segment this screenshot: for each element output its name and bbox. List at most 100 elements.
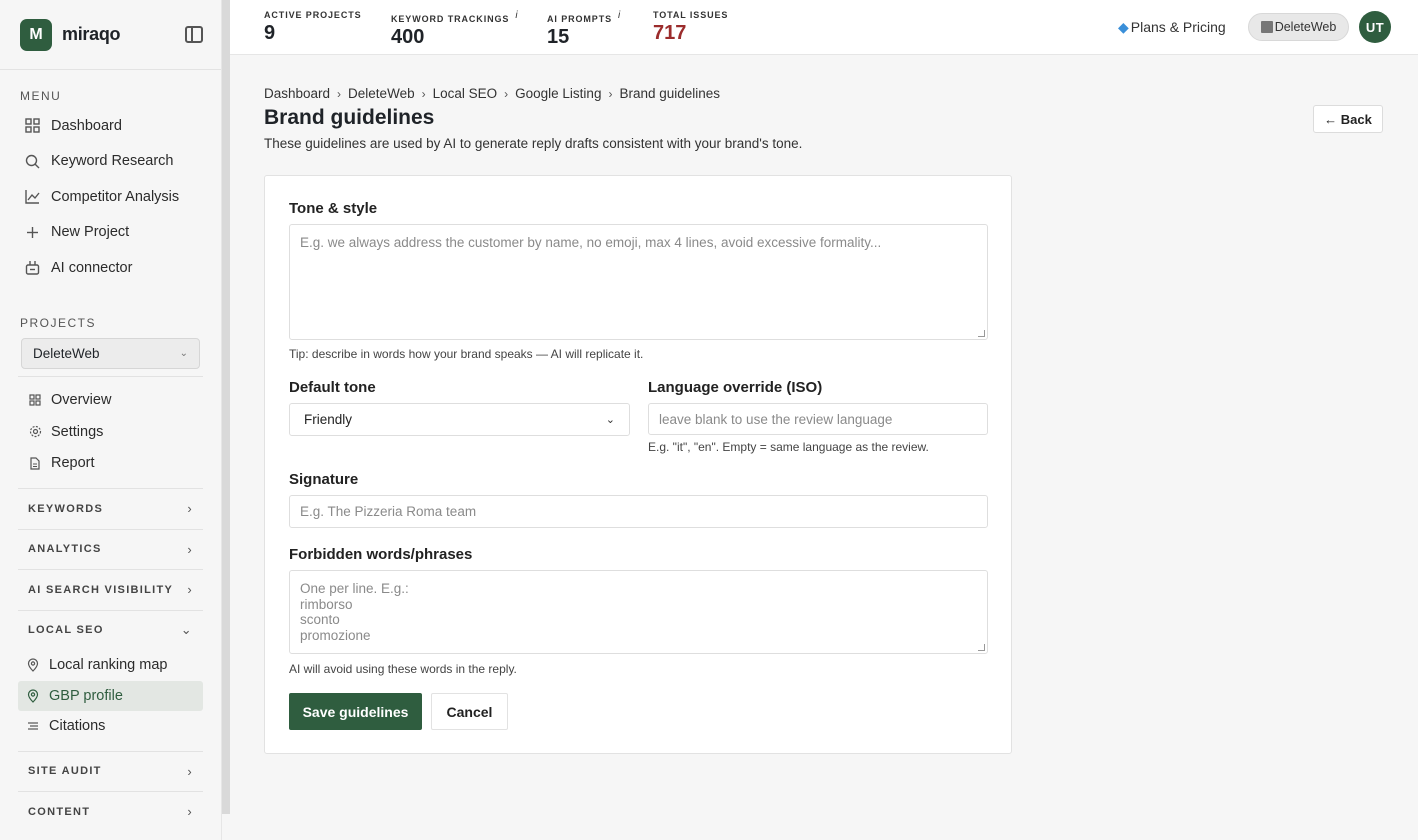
forbidden-words-hint: AI will avoid using these words in the r… (289, 662, 517, 676)
stat-value: 9 (264, 22, 276, 44)
plug-icon (24, 260, 40, 276)
default-tone-select[interactable]: Friendly ⌄ (289, 403, 630, 436)
back-button[interactable]: ← Back (1313, 105, 1383, 133)
group-label: CONTENT (28, 805, 91, 818)
tone-style-hint: Tip: describe in words how your brand sp… (289, 347, 644, 361)
sidebar-item-label: New Project (51, 224, 130, 241)
info-icon[interactable]: i (515, 10, 518, 21)
workspace-label: DeleteWeb (1274, 20, 1337, 34)
tone-style-placeholder: E.g. we always address the customer by n… (300, 235, 882, 250)
chevron-right-icon: › (187, 763, 193, 779)
signature-label: Signature (289, 471, 359, 488)
chevron-right-icon: › (187, 541, 193, 557)
page-title: Brand guidelines (264, 106, 435, 129)
resize-handle-icon[interactable] (978, 644, 985, 651)
breadcrumb: Dashboard › DeleteWeb › Local SEO › Goog… (264, 86, 720, 101)
chevron-right-icon: › (504, 86, 509, 101)
pin-icon (26, 689, 40, 703)
group-content[interactable]: CONTENT › (18, 791, 203, 832)
signature-input[interactable]: E.g. The Pizzeria Roma team (289, 495, 988, 528)
sidebar-item-overview[interactable]: Overview (0, 385, 221, 417)
project-select-value: DeleteWeb (33, 345, 100, 361)
group-label: LOCAL SEO (28, 624, 104, 637)
sidebar-item-label: Settings (51, 423, 104, 440)
sidebar-item-label: AI connector (51, 259, 133, 276)
chevron-right-icon: › (421, 86, 426, 101)
sidebar-item-label: GBP profile (49, 687, 123, 704)
forbidden-words-placeholder: One per line. E.g.: rimborso sconto prom… (300, 581, 409, 643)
info-icon[interactable]: i (618, 10, 621, 21)
language-override-input[interactable]: leave blank to use the review language (648, 403, 988, 435)
group-label: AI SEARCH VISIBILITY (28, 583, 174, 596)
sidebar-item-competitor-analysis[interactable]: Competitor Analysis (0, 179, 221, 215)
cancel-button[interactable]: Cancel (431, 693, 508, 730)
logo-mark[interactable]: M (20, 18, 52, 51)
save-guidelines-button[interactable]: Save guidelines (289, 693, 422, 730)
stat-ai-prompts: AI PROMPTS i 15 (547, 10, 621, 49)
logo-row: M miraqo (0, 0, 221, 70)
guidelines-card: Tone & style E.g. we always address the … (264, 175, 1012, 754)
plans-pricing-link[interactable]: ◆ Plans & Pricing (1118, 19, 1226, 36)
sidebar-item-label: Keyword Research (51, 153, 174, 170)
plus-icon (24, 224, 40, 240)
group-label: KEYWORDS (28, 502, 104, 515)
project-select[interactable]: DeleteWeb ⌄ (21, 337, 200, 369)
language-override-placeholder: leave blank to use the review language (659, 412, 893, 427)
chevron-down-icon: ⌄ (179, 347, 188, 359)
group-label: SITE AUDIT (28, 765, 102, 778)
pin-icon (26, 658, 40, 673)
plans-label: Plans & Pricing (1130, 19, 1226, 35)
breadcrumb-item[interactable]: Dashboard (264, 86, 330, 101)
document-icon (28, 457, 42, 470)
sidebar-item-citations[interactable]: Citations (18, 711, 203, 742)
sidebar-item-label: Citations (49, 718, 106, 735)
resize-handle-icon[interactable] (978, 330, 985, 337)
forbidden-words-textarea[interactable]: One per line. E.g.: rimborso sconto prom… (289, 570, 988, 654)
gear-icon (28, 425, 42, 438)
sidebar-item-settings[interactable]: Settings (0, 416, 221, 448)
stat-active-projects: ACTIVE PROJECTS 9 (264, 10, 362, 45)
breadcrumb-item[interactable]: Local SEO (433, 86, 498, 101)
stat-label: KEYWORD TRACKINGS (391, 14, 510, 24)
sidebar-item-new-project[interactable]: New Project (0, 215, 221, 251)
forbidden-words-label: Forbidden words/phrases (289, 546, 473, 563)
group-analytics[interactable]: ANALYTICS › (18, 528, 203, 570)
menu-label: MENU (20, 89, 62, 103)
breadcrumb-item[interactable]: DeleteWeb (348, 86, 415, 101)
group-keywords[interactable]: KEYWORDS › (18, 488, 203, 529)
stat-value: 15 (547, 26, 570, 48)
chevron-right-icon: › (187, 501, 193, 517)
sidebar-item-report[interactable]: Report (0, 448, 221, 480)
group-ai-search-visibility[interactable]: AI SEARCH VISIBILITY › (18, 569, 203, 610)
breadcrumb-item[interactable]: Google Listing (515, 86, 601, 101)
default-tone-label: Default tone (289, 379, 376, 396)
sidebar-item-label: Dashboard (51, 117, 122, 134)
grid-icon (24, 118, 40, 134)
sidebar-item-label: Overview (51, 392, 112, 409)
chevron-down-icon: ⌄ (180, 622, 193, 638)
chevron-right-icon: › (187, 804, 193, 820)
tone-style-textarea[interactable]: E.g. we always address the customer by n… (289, 224, 988, 340)
workspace-pill[interactable]: DeleteWeb (1248, 13, 1349, 41)
sidebar-toggle-icon[interactable] (185, 26, 203, 43)
sidebar-item-dashboard[interactable]: Dashboard (0, 108, 221, 144)
group-local-seo[interactable]: LOCAL SEO ⌄ (18, 609, 203, 651)
topbar: ACTIVE PROJECTS 9 KEYWORD TRACKINGS i 400… (230, 0, 1418, 55)
chevron-down-icon: ⌄ (605, 414, 615, 426)
logo-text[interactable]: miraqo (62, 24, 121, 45)
stat-label: TOTAL ISSUES (653, 10, 729, 20)
stat-keyword-trackings: KEYWORD TRACKINGS i 400 (391, 10, 518, 49)
avatar[interactable]: UT (1359, 11, 1391, 43)
default-tone-value: Friendly (304, 412, 353, 427)
sidebar-item-keyword-research[interactable]: Keyword Research (0, 144, 221, 180)
language-override-label: Language override (ISO) (648, 379, 823, 396)
sidebar-item-local-ranking-map[interactable]: Local ranking map (18, 650, 203, 681)
search-icon (24, 153, 40, 169)
stat-label: AI PROMPTS (547, 14, 613, 24)
group-site-audit[interactable]: SITE AUDIT › (18, 750, 203, 792)
sidebar-scrollbar[interactable] (222, 0, 230, 814)
stat-label: ACTIVE PROJECTS (264, 10, 362, 20)
sidebar-item-gbp-profile[interactable]: GBP profile (18, 680, 203, 711)
sidebar-item-label: Competitor Analysis (51, 188, 180, 205)
sidebar-item-ai-connector[interactable]: AI connector (0, 250, 221, 286)
